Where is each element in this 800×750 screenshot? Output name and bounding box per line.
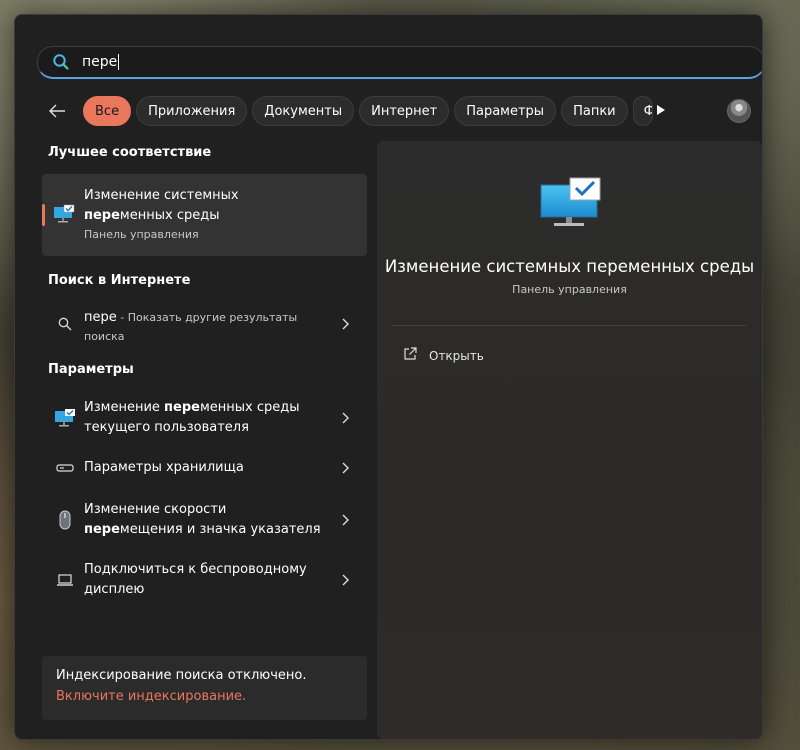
chevron-right-icon	[342, 514, 349, 526]
best-match-title-line1: Изменение системных	[84, 188, 239, 203]
monitor-check-icon	[540, 177, 601, 226]
filter-bar: Все Приложения Документы Интернет Параме…	[45, 95, 762, 127]
search-box[interactable]: пере	[37, 46, 762, 79]
search-icon	[53, 54, 69, 70]
web-result-item[interactable]: пере - Показать другие результаты поиска	[42, 304, 367, 344]
search-panel: пере Все Приложения Документы Интернет П…	[14, 14, 763, 740]
settings-item-line2: дисплею	[84, 582, 145, 597]
chevron-right-icon	[342, 574, 349, 586]
best-match-title-line2: переменных среды	[84, 208, 220, 223]
monitor-check-icon	[54, 204, 75, 223]
best-match-heading: Лучшее соответствие	[48, 145, 212, 160]
settings-item-line1: Параметры хранилища	[84, 460, 244, 475]
web-query: пере	[84, 309, 117, 325]
indexing-notice: Индексирование поиска отключено. Включит…	[42, 656, 367, 720]
search-icon	[54, 317, 76, 331]
back-arrow-icon[interactable]	[45, 99, 69, 123]
settings-item-line2: текущего пользователя	[84, 420, 249, 435]
text-caret	[118, 54, 120, 70]
indexing-notice-text: Индексирование поиска отключено.	[56, 668, 307, 683]
filter-apps[interactable]: Приложения	[136, 96, 248, 126]
settings-item-storage[interactable]: Параметры хранилища	[42, 456, 367, 480]
filter-settings[interactable]: Параметры	[454, 96, 557, 126]
filter-all[interactable]: Все	[83, 96, 132, 126]
settings-item-mouse[interactable]: Изменение скорости перемещения и значка …	[42, 498, 367, 542]
settings-item-line1: Изменение скорости	[84, 502, 227, 517]
settings-item-line1: Изменение переменных среды	[84, 400, 300, 415]
web-suffix-line2: поиска	[84, 329, 125, 343]
chevron-right-icon	[342, 462, 349, 474]
settings-heading: Параметры	[48, 362, 134, 377]
open-action[interactable]: Открыть	[403, 347, 484, 364]
chevron-right-icon	[342, 412, 349, 424]
preview-title: Изменение системных переменных среды	[384, 257, 755, 276]
settings-item-line1: Подключиться к беспроводному	[84, 562, 307, 577]
settings-item-line2: перемещения и значка указателя	[84, 522, 321, 537]
enable-indexing-link[interactable]: Включите индексирование.	[56, 689, 353, 704]
best-match-subtitle: Панель управления	[84, 228, 199, 241]
web-suffix: - Показать другие результаты	[116, 310, 298, 324]
filter-web[interactable]: Интернет	[359, 96, 450, 126]
settings-item-env-vars[interactable]: Изменение переменных среды текущего поль…	[42, 396, 367, 440]
preview-pane: Изменение системных переменных среды Пан…	[377, 141, 762, 739]
open-external-icon	[403, 347, 417, 364]
best-match-item[interactable]: Изменение системных переменных среды Пан…	[42, 174, 367, 256]
avatar[interactable]	[727, 99, 751, 123]
play-icon[interactable]	[649, 98, 673, 122]
filter-documents[interactable]: Документы	[252, 96, 355, 126]
results-list: Лучшее соответствие Изменение системных …	[42, 145, 367, 602]
web-heading: Поиск в Интернете	[48, 273, 191, 288]
search-input[interactable]: пере	[82, 54, 120, 70]
selection-indicator	[42, 204, 45, 226]
laptop-icon	[54, 573, 76, 587]
filter-folders[interactable]: Папки	[561, 96, 628, 126]
settings-item-wireless-display[interactable]: Подключиться к беспроводному дисплею	[42, 558, 367, 602]
storage-icon	[54, 463, 76, 473]
mouse-icon	[54, 510, 76, 530]
open-label: Открыть	[429, 348, 484, 363]
preview-subtitle: Панель управления	[512, 283, 627, 296]
divider	[392, 325, 747, 326]
monitor-check-icon	[54, 408, 76, 428]
chevron-right-icon	[342, 318, 349, 330]
